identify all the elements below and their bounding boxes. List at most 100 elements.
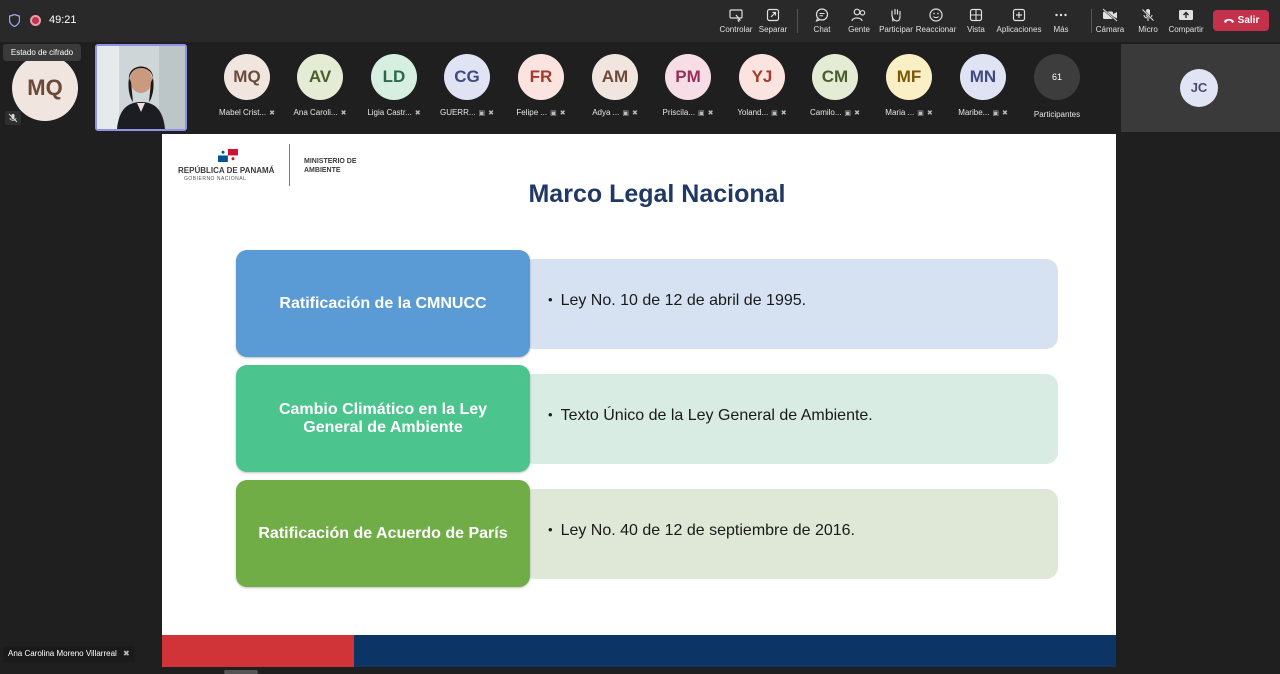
participant-avatar: CG: [444, 54, 490, 100]
screen-control-icon: [729, 9, 743, 22]
meeting-top-bar: 49:21 Controlar Separar Chat Gente Parti…: [0, 0, 1280, 42]
participant-name: Felipe ...: [516, 108, 548, 117]
participant-avatar: PM: [665, 54, 711, 100]
participant-name: GUERR...: [439, 108, 476, 117]
active-speaker-label: Ana Carolina Moreno Villarreal ✖: [3, 646, 135, 662]
participant-tile[interactable]: MN Maribe... ▣ ✖: [948, 54, 1018, 122]
mic-off-icon: ✖: [414, 110, 421, 117]
camera-off-icon: ▣: [550, 110, 557, 117]
camera-off-icon: ▣: [992, 110, 999, 117]
participant-avatar: LD: [371, 54, 417, 100]
speaker-video-feed: [97, 46, 185, 129]
footer-bar-red: [162, 635, 354, 667]
chat-icon: [815, 8, 829, 22]
footer-bar-blue: [354, 635, 1116, 667]
slide-title: Marco Legal Nacional: [528, 180, 786, 208]
participant-tile[interactable]: CG GUERR... ▣ ✖: [432, 54, 502, 122]
bullet-icon: •: [548, 407, 553, 422]
camera-off-icon: ▣: [917, 110, 924, 117]
mic-off-icon: ✖: [1001, 110, 1008, 117]
self-avatar[interactable]: MQ: [12, 55, 78, 121]
raise-hand-icon: [891, 8, 901, 22]
legal-item-heading: Cambio Climático en la Ley General de Am…: [236, 365, 530, 472]
meeting-timer: 49:21: [49, 14, 77, 26]
participant-count-button[interactable]: 61: [1034, 54, 1080, 100]
bullet-icon: •: [548, 292, 553, 307]
mic-off-icon: ✖: [780, 110, 787, 117]
logo-republic-text: REPÚBLICA DE PANAMÁ: [178, 166, 275, 175]
camera-off-icon: [1102, 8, 1118, 22]
legal-item-heading: Ratificación de Acuerdo de París: [236, 480, 530, 587]
participant-tile[interactable]: AM Adya ... ▣ ✖: [580, 54, 650, 122]
legal-item-content: • Ley No. 40 de 12 de septiembre de 2016.: [522, 489, 1058, 579]
logo-ministry-text: MINISTERIO DE AMBIENTE: [304, 158, 357, 174]
mic-off-icon: ✖: [631, 110, 638, 117]
mic-off-icon: [1141, 8, 1155, 22]
participant-name: Mabel Crist...: [219, 108, 267, 117]
camera-off-icon: ▣: [478, 110, 486, 117]
participant-avatar: AV: [297, 54, 343, 100]
participant-name: Ana Caroli...: [293, 108, 338, 117]
mic-off-icon: ✖: [926, 110, 933, 117]
participant-tile[interactable]: LD Ligia Castr... ✖: [359, 54, 429, 122]
participant-count-label: Participantes: [1033, 110, 1081, 119]
participant-name: Yoland...: [737, 108, 769, 117]
pop-out-icon: [766, 8, 780, 22]
participant-name: Ligia Castr...: [367, 108, 412, 117]
resize-handle[interactable]: [224, 670, 258, 674]
participant-tile[interactable]: CM Camilo... ▣ ✖: [800, 54, 870, 122]
shared-presentation-slide[interactable]: REPÚBLICA DE PANAMÁ GOBIERNO NACIONAL MI…: [162, 134, 1116, 667]
participant-avatar: MQ: [224, 54, 270, 100]
legal-item-content: • Ley No. 10 de 12 de abril de 1995.: [522, 259, 1058, 349]
leave-button[interactable]: Salir: [1213, 10, 1269, 31]
more-button[interactable]: Más: [1035, 6, 1087, 38]
mic-off-icon: ✖: [340, 110, 347, 117]
recording-indicator-icon: [30, 15, 41, 26]
participant-avatar: JC: [1180, 69, 1218, 107]
bullet-icon: •: [548, 522, 553, 537]
speaker-video-tile[interactable]: [95, 44, 187, 131]
legal-item-heading: Ratificación de la CMNUCC: [236, 250, 530, 357]
participant-name: Camilo...: [809, 108, 842, 117]
popout-button[interactable]: Separar: [747, 6, 799, 38]
more-icon: [1055, 13, 1067, 17]
participant-tile[interactable]: MQ Mabel Crist... ✖: [212, 54, 282, 122]
mic-off-icon: [8, 113, 18, 123]
encryption-shield-icon[interactable]: [9, 14, 20, 27]
camera-off-icon: ▣: [771, 110, 778, 117]
legal-item-text: Ley No. 10 de 12 de abril de 1995.: [560, 292, 807, 309]
participant-name: Maria ...: [885, 108, 915, 117]
participant-tile[interactable]: AV Ana Caroli... ✖: [285, 54, 355, 122]
participant-avatar: FR: [518, 54, 564, 100]
participant-avatar: MN: [960, 54, 1006, 100]
spotlight-participant-tile[interactable]: JC: [1121, 44, 1280, 132]
legal-item-content: • Texto Único de la Ley General de Ambien…: [522, 374, 1058, 464]
mic-off-icon: ✖: [559, 110, 566, 117]
grid-view-icon: [969, 8, 983, 22]
participant-avatar: AM: [592, 54, 638, 100]
participant-tile[interactable]: PM Priscila... ▣ ✖: [653, 54, 723, 122]
self-mic-muted-indicator: [5, 111, 21, 125]
camera-off-icon: ▣: [622, 110, 629, 117]
participant-avatar: MF: [886, 54, 932, 100]
smiley-icon: [929, 8, 943, 22]
participant-tile[interactable]: FR Felipe ... ▣ ✖: [506, 54, 576, 122]
mic-off-icon: ✖: [269, 110, 275, 117]
participant-tile[interactable]: YJ Yoland... ▣ ✖: [727, 54, 797, 122]
mic-off-icon: ✖: [488, 110, 495, 117]
participant-avatar: CM: [812, 54, 858, 100]
legal-item-text: Ley No. 40 de 12 de septiembre de 2016.: [560, 522, 855, 539]
mic-off-icon: ✖: [707, 110, 714, 117]
participant-name: Maribe...: [958, 108, 990, 117]
participant-name: Adya ...: [592, 108, 620, 117]
mic-off-icon: ✖: [123, 649, 130, 658]
panama-flag-icon: [218, 149, 238, 162]
phone-hangup-icon: [1223, 18, 1234, 23]
camera-off-icon: ▣: [697, 110, 705, 117]
people-icon: [851, 8, 866, 22]
share-icon: [1179, 10, 1193, 20]
camera-off-icon: ▣: [844, 110, 852, 117]
share-button[interactable]: Compartir: [1160, 6, 1212, 38]
legal-item-text: Texto Único de la Ley General de Ambient…: [560, 407, 873, 424]
participant-tile[interactable]: MF Maria ... ▣ ✖: [874, 54, 944, 122]
